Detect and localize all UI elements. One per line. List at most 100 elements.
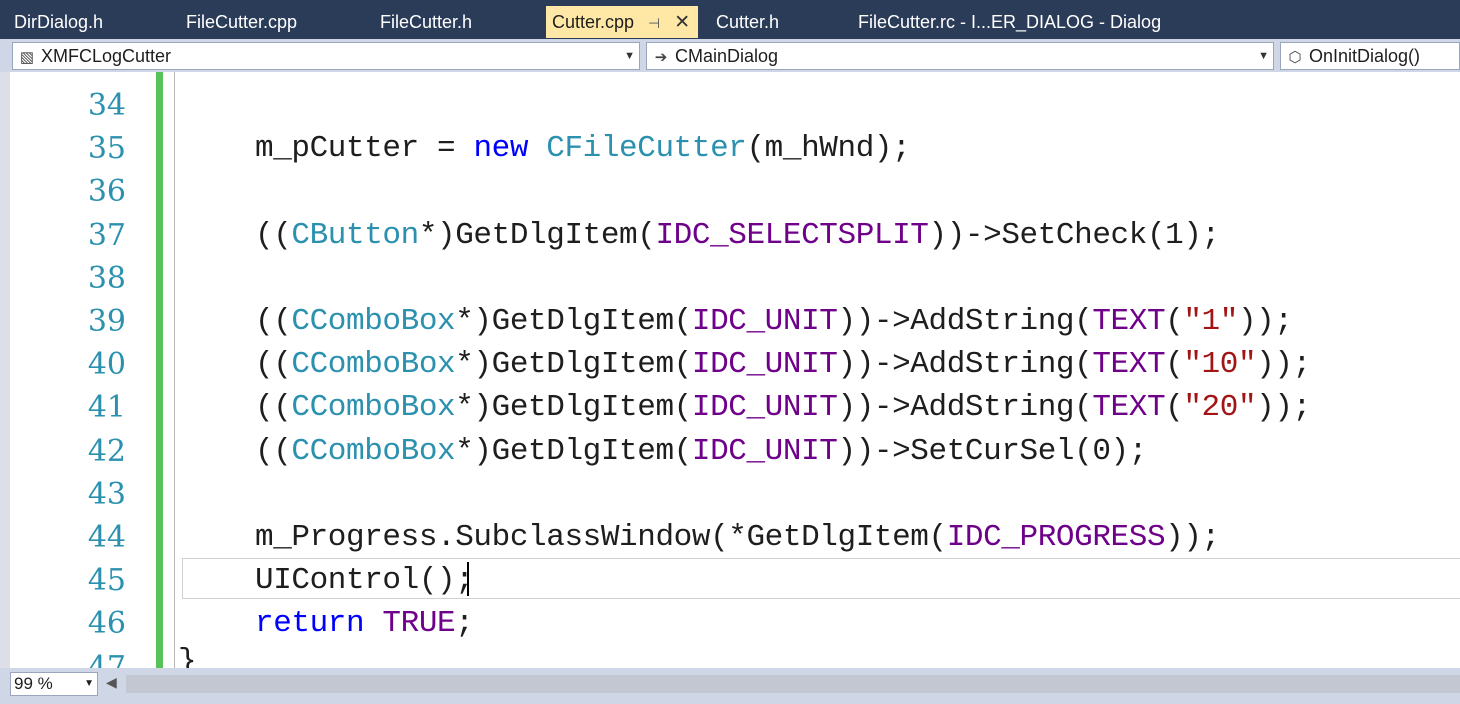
- code-token: ((: [255, 304, 292, 339]
- line-number: 38: [87, 260, 126, 296]
- tab-dirdialog-h[interactable]: DirDialog.h: [14, 6, 103, 38]
- code-token: CComboBox: [291, 347, 456, 383]
- code-line: return TRUE;: [255, 602, 474, 645]
- code-token: ((: [255, 347, 292, 383]
- pin-icon[interactable]: ⊣: [648, 7, 660, 39]
- code-token: ;: [455, 606, 474, 642]
- arrow-right-icon: ➔: [654, 49, 668, 66]
- code-token: ));: [1165, 520, 1220, 555]
- change-tracking-bar: [156, 72, 163, 668]
- code-token: IDC_UNIT: [691, 347, 838, 383]
- line-number: 34: [87, 88, 126, 123]
- code-token: CComboBox: [291, 390, 456, 426]
- code-token: CButton: [291, 217, 419, 253]
- code-token: ((: [255, 390, 292, 426]
- line-number: 47: [87, 649, 126, 668]
- code-token: TEXT: [1092, 390, 1166, 426]
- line-number: 36: [87, 174, 126, 210]
- code-line: m_Progress.SubclassWindow(*GetDlgItem(ID…: [255, 516, 1220, 559]
- line-number: 37: [87, 217, 126, 253]
- code-token: m_Progress.SubclassWindow(*GetDlgItem(: [255, 520, 947, 555]
- chevron-down-icon: ▼: [624, 50, 635, 62]
- code-token: IDC_PROGRESS: [946, 520, 1166, 555]
- code-token: *)GetDlgItem(: [455, 347, 692, 383]
- code-line: m_pCutter = new CFileCutter(m_hWnd);: [255, 127, 911, 170]
- code-token: ));: [1237, 304, 1293, 339]
- line-number: 35: [87, 131, 126, 167]
- line-number: 44: [87, 520, 126, 555]
- line-number: 43: [87, 476, 126, 512]
- code-editor[interactable]: m_pCutter = new CFileCutter(m_hWnd); ((CB…: [0, 72, 1460, 668]
- code-line: ((CComboBox*)GetDlgItem(IDC_UNIT))->AddS…: [255, 343, 1311, 386]
- code-token: ))->SetCurSel(0);: [837, 433, 1148, 469]
- line-number: 39: [87, 304, 126, 339]
- code-token: IDC_UNIT: [691, 304, 838, 339]
- code-token: return: [255, 606, 365, 642]
- code-token: ))->SetCheck(1);: [928, 217, 1221, 253]
- line-number: 42: [87, 433, 126, 469]
- chevron-down-icon: ▼: [1258, 50, 1269, 62]
- project-icon: ▧: [19, 49, 35, 66]
- line-number: 41: [87, 390, 126, 426]
- horizontal-scrollbar[interactable]: [126, 675, 1460, 693]
- tab-cutter-h[interactable]: Cutter.h: [716, 6, 779, 38]
- code-line: ((CComboBox*)GetDlgItem(IDC_UNIT))->SetC…: [255, 430, 1147, 473]
- code-token: CComboBox: [291, 433, 456, 469]
- tab-filecutter-cpp[interactable]: FileCutter.cpp: [186, 6, 297, 38]
- editor-left-margin: [0, 72, 10, 668]
- code-token: "10": [1183, 347, 1257, 383]
- document-tab-bar: DirDialog.h FileCutter.cpp FileCutter.h …: [0, 0, 1460, 39]
- code-token: ));: [1256, 390, 1311, 426]
- code-token: *)GetDlgItem(: [455, 433, 692, 469]
- code-token: "1": [1183, 304, 1238, 339]
- code-token: UIControl();: [255, 563, 474, 599]
- code-token: TRUE: [382, 606, 456, 642]
- code-token: new: [473, 131, 529, 167]
- code-token: ((: [255, 433, 292, 469]
- code-token: CComboBox: [291, 304, 456, 339]
- outlining-margin[interactable]: [174, 72, 175, 668]
- line-number: 46: [87, 606, 126, 642]
- code-token: *)GetDlgItem(: [418, 217, 656, 253]
- code-token: TEXT: [1092, 347, 1166, 383]
- code-line: ((CComboBox*)GetDlgItem(IDC_UNIT))->AddS…: [255, 386, 1311, 429]
- chevron-down-icon: ▼: [84, 678, 94, 689]
- code-token: ))->AddString(: [837, 390, 1093, 426]
- tab-cutter-cpp[interactable]: Cutter.cpp ⊣ ✕: [546, 6, 699, 39]
- member-dropdown[interactable]: ⬡ OnInitDialog(): [1280, 42, 1460, 70]
- code-line: ((CComboBox*)GetDlgItem(IDC_UNIT))->AddS…: [255, 300, 1293, 343]
- line-number: 45: [87, 563, 126, 599]
- code-token: (: [1165, 347, 1184, 383]
- code-token: (: [1165, 390, 1184, 426]
- tab-filecutter-h[interactable]: FileCutter.h: [380, 6, 472, 38]
- scope-dropdown[interactable]: ➔ CMainDialog ▼: [646, 42, 1274, 70]
- code-token: (: [1165, 304, 1184, 339]
- navigation-bar: ▧ XMFCLogCutter ▼ ➔ CMainDialog ▼ ⬡ OnInitD…: [0, 39, 1460, 72]
- code-token: IDC_SELECTSPLIT: [655, 217, 929, 253]
- text-caret: [467, 562, 469, 596]
- code-token: TEXT: [1092, 304, 1166, 339]
- code-token: *)GetDlgItem(: [455, 390, 692, 426]
- code-token: (m_hWnd);: [746, 131, 911, 167]
- code-token: ((: [255, 217, 292, 253]
- code-token: ))->AddString(: [837, 304, 1093, 339]
- code-token: "20": [1183, 390, 1257, 426]
- code-token: *)GetDlgItem(: [455, 304, 692, 339]
- line-number: 40: [87, 347, 126, 383]
- method-cube-icon: ⬡: [1288, 49, 1302, 66]
- code-line: ((CButton*)GetDlgItem(IDC_SELECTSPLIT))-…: [255, 214, 1220, 257]
- code-token: ));: [1256, 347, 1311, 383]
- code-token: CFileCutter: [546, 131, 747, 167]
- code-token: IDC_UNIT: [691, 433, 838, 469]
- code-token: ))->AddString(: [837, 347, 1093, 383]
- zoom-dropdown[interactable]: 99 % ▼: [10, 672, 98, 696]
- project-dropdown[interactable]: ▧ XMFCLogCutter ▼: [12, 42, 640, 70]
- code-token: IDC_UNIT: [691, 390, 838, 426]
- editor-bottom-bar: 99 % ▼ ◀: [0, 668, 1460, 704]
- closing-brace: }: [178, 644, 197, 668]
- close-icon[interactable]: ✕: [674, 7, 690, 39]
- code-line: UIControl();: [255, 559, 474, 602]
- tab-filecutter-rc-dialog[interactable]: FileCutter.rc - I...ER_DIALOG - Dialog: [858, 6, 1161, 38]
- scroll-left-arrow-icon[interactable]: ◀: [106, 674, 117, 691]
